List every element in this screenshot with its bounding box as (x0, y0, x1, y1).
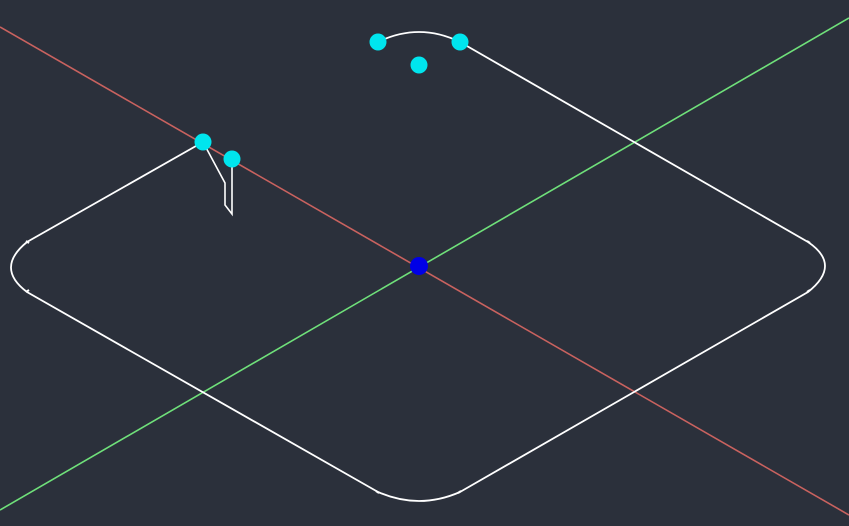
selection-grips[interactable] (194, 33, 469, 168)
grip-edge-end[interactable] (194, 133, 212, 151)
origin-grip[interactable] (410, 257, 428, 275)
grip-tab-end[interactable] (223, 150, 241, 168)
grip-arc-start[interactable] (369, 33, 387, 51)
grip-arc-end[interactable] (451, 33, 469, 51)
drawing-canvas[interactable] (0, 0, 849, 526)
cad-viewport[interactable] (0, 0, 849, 526)
grip-arc-center[interactable] (410, 56, 428, 74)
arc-endpoint-ticks (25, 240, 811, 494)
